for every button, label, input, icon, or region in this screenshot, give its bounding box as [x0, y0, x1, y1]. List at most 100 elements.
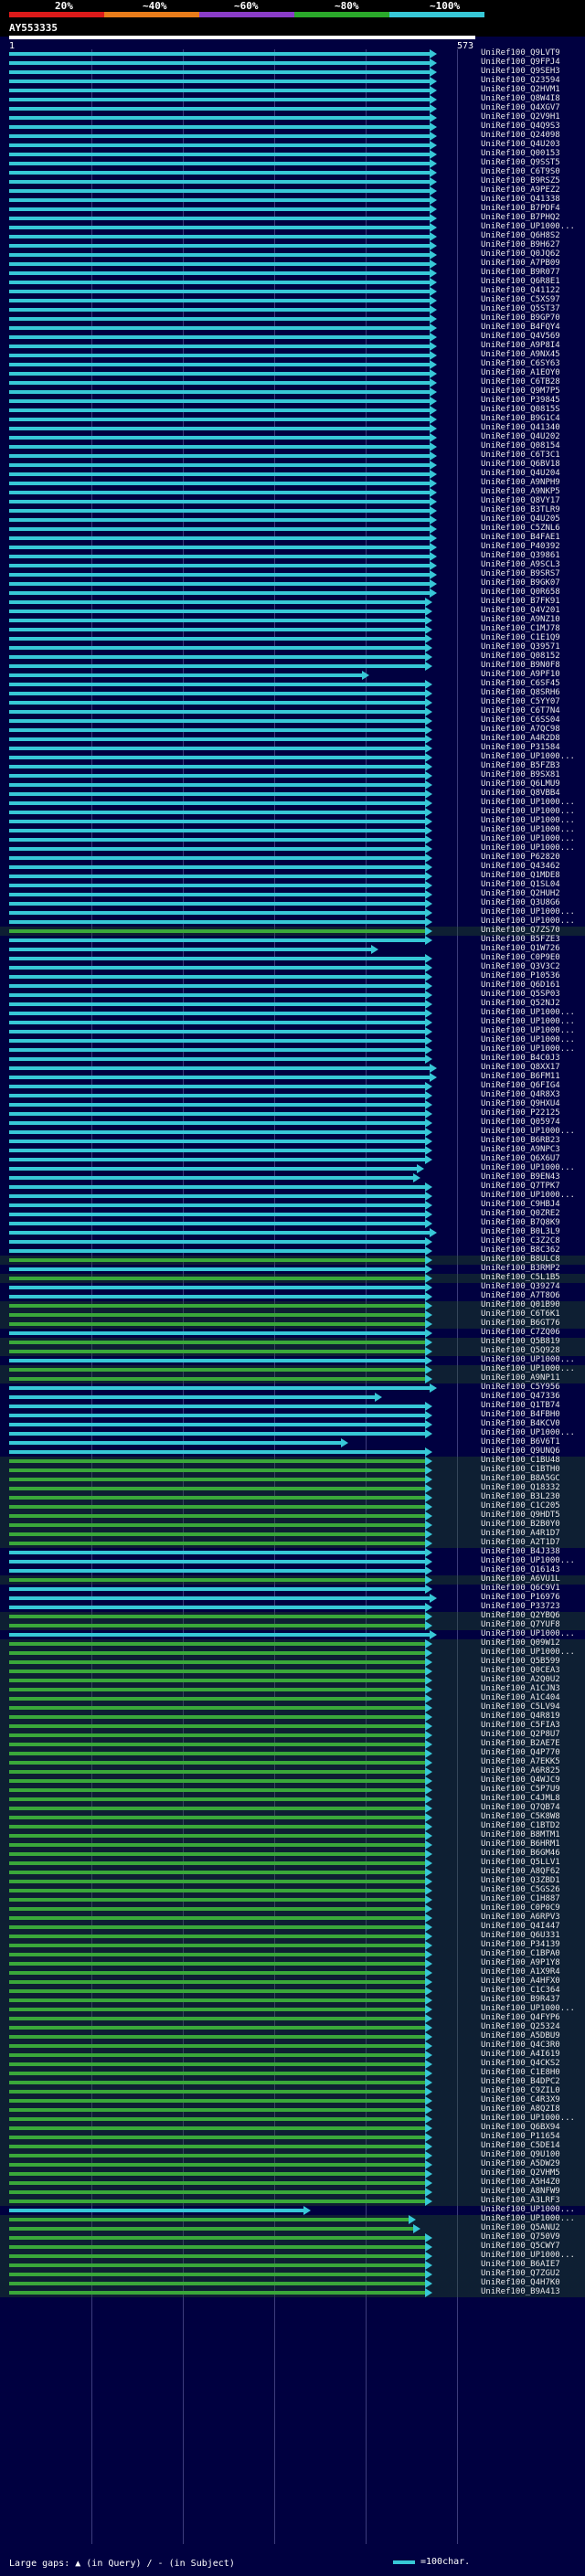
hit-bar[interactable]: [9, 920, 426, 924]
hit-bar[interactable]: [9, 573, 430, 577]
hit-label[interactable]: UniRef100_Q8VBB4: [481, 789, 560, 798]
hit-bar[interactable]: [9, 2200, 426, 2203]
hit-bar[interactable]: [9, 299, 430, 302]
hit-label[interactable]: UniRef100_C1BTD2: [481, 1821, 560, 1830]
hit-label[interactable]: UniRef100_C5P7U9: [481, 1785, 560, 1794]
hit-label[interactable]: UniRef100_A9PF10: [481, 670, 560, 679]
hit-label[interactable]: UniRef100_B8MTM1: [481, 1830, 560, 1839]
hit-label[interactable]: UniRef100_B2B0Y0: [481, 1520, 560, 1529]
hit-bar[interactable]: [9, 1542, 426, 1545]
hit-label[interactable]: UniRef100_P34139: [481, 1940, 560, 1949]
hit-label[interactable]: UniRef100_B7PHQ2: [481, 213, 560, 222]
hit-label[interactable]: UniRef100_Q6C9V1: [481, 1584, 560, 1593]
hit-bar[interactable]: [9, 1651, 426, 1655]
hit-label[interactable]: UniRef100_B0L3L9: [481, 1227, 560, 1236]
hit-label[interactable]: UniRef100_Q0815S: [481, 405, 560, 414]
hit-bar[interactable]: [9, 2108, 426, 2112]
hit-label[interactable]: UniRef100_B7PDF4: [481, 204, 560, 213]
hit-label[interactable]: UniRef100_UP1000...: [481, 1556, 575, 1565]
hit-label[interactable]: UniRef100_Q1W726: [481, 944, 560, 953]
hit-bar[interactable]: [9, 1203, 426, 1207]
hit-label[interactable]: UniRef100_Q5CWY7: [481, 2242, 560, 2251]
hit-label[interactable]: UniRef100_A4R2D8: [481, 734, 560, 743]
hit-label[interactable]: UniRef100_UP1000...: [481, 2205, 575, 2214]
hit-bar[interactable]: [9, 253, 430, 257]
hit-label[interactable]: UniRef100_P10536: [481, 971, 560, 981]
hit-label[interactable]: UniRef100_Q6BX94: [481, 2123, 560, 2132]
hit-bar[interactable]: [9, 774, 426, 778]
hit-bar[interactable]: [9, 993, 426, 997]
hit-bar[interactable]: [9, 1496, 426, 1500]
hit-label[interactable]: UniRef100_Q41338: [481, 195, 560, 204]
hit-bar[interactable]: [9, 820, 426, 823]
hit-bar[interactable]: [9, 765, 426, 769]
hit-label[interactable]: UniRef100_C6T7N4: [481, 706, 560, 716]
hit-bar[interactable]: [9, 189, 430, 193]
hit-bar[interactable]: [9, 70, 430, 74]
hit-label[interactable]: UniRef100_B9RSZ5: [481, 176, 560, 186]
hit-label[interactable]: UniRef100_B9A413: [481, 2287, 560, 2296]
hit-label[interactable]: UniRef100_Q0JQ62: [481, 249, 560, 259]
hit-label[interactable]: UniRef100_A1CJN3: [481, 1684, 560, 1693]
hit-bar[interactable]: [9, 1002, 426, 1006]
hit-bar[interactable]: [9, 1935, 426, 1938]
hit-bar[interactable]: [9, 1852, 426, 1856]
hit-bar[interactable]: [9, 427, 430, 430]
hit-label[interactable]: UniRef100_B4FQY4: [481, 323, 560, 332]
hit-label[interactable]: UniRef100_UP1000...: [481, 1127, 575, 1136]
hit-label[interactable]: UniRef100_A9NPH9: [481, 478, 560, 487]
hit-bar[interactable]: [9, 1670, 426, 1673]
hit-bar[interactable]: [9, 2172, 426, 2176]
hit-bar[interactable]: [9, 162, 430, 165]
hit-label[interactable]: UniRef100_Q6R8E1: [481, 277, 560, 286]
hit-label[interactable]: UniRef100_C4R3X9: [481, 2095, 560, 2104]
hit-bar[interactable]: [9, 719, 426, 723]
hit-label[interactable]: UniRef100_C1BU48: [481, 1456, 560, 1465]
hit-bar[interactable]: [9, 1386, 430, 1390]
hit-bar[interactable]: [9, 399, 430, 403]
hit-label[interactable]: UniRef100_C6T6K1: [481, 1309, 560, 1319]
hit-bar[interactable]: [9, 509, 430, 513]
hit-label[interactable]: UniRef100_Q41122: [481, 286, 560, 295]
hit-label[interactable]: UniRef100_UP1000...: [481, 2214, 575, 2223]
hit-label[interactable]: UniRef100_B3RMP2: [481, 1264, 560, 1273]
hit-bar[interactable]: [9, 2227, 413, 2231]
hit-bar[interactable]: [9, 1167, 418, 1171]
hit-label[interactable]: UniRef100_UP1000...: [481, 1355, 575, 1364]
hit-bar[interactable]: [9, 500, 430, 504]
hit-bar[interactable]: [9, 518, 430, 522]
hit-bar[interactable]: [9, 445, 430, 449]
hit-label[interactable]: UniRef100_UP1000...: [481, 1026, 575, 1035]
hit-label[interactable]: UniRef100_Q08154: [481, 441, 560, 451]
hit-bar[interactable]: [9, 1551, 426, 1554]
hit-label[interactable]: UniRef100_Q2P8U7: [481, 1730, 560, 1739]
hit-bar[interactable]: [9, 2117, 426, 2121]
hit-bar[interactable]: [9, 1267, 426, 1271]
hit-bar[interactable]: [9, 1989, 426, 1993]
hit-bar[interactable]: [9, 454, 430, 458]
hit-bar[interactable]: [9, 1980, 426, 1984]
hit-label[interactable]: UniRef100_B6AIE7: [481, 2260, 560, 2269]
hit-label[interactable]: UniRef100_A6RPV3: [481, 1913, 560, 1922]
hit-label[interactable]: UniRef100_UP1000...: [481, 2114, 575, 2123]
hit-bar[interactable]: [9, 116, 430, 120]
hit-label[interactable]: UniRef100_UP1000...: [481, 807, 575, 816]
hit-label[interactable]: UniRef100_Q5SP03: [481, 990, 560, 999]
hit-label[interactable]: UniRef100_Q41340: [481, 423, 560, 432]
hit-bar[interactable]: [9, 1478, 426, 1481]
hit-label[interactable]: UniRef100_Q8W4I8: [481, 94, 560, 103]
hit-bar[interactable]: [9, 1158, 426, 1161]
hit-bar[interactable]: [9, 198, 430, 202]
hit-label[interactable]: UniRef100_UP1000...: [481, 1629, 575, 1638]
hit-bar[interactable]: [9, 1112, 426, 1116]
hit-bar[interactable]: [9, 683, 426, 686]
hit-label[interactable]: UniRef100_C6SY63: [481, 359, 560, 368]
hit-bar[interactable]: [9, 1240, 426, 1244]
hit-bar[interactable]: [9, 875, 426, 878]
hit-label[interactable]: UniRef100_B6V6T1: [481, 1437, 560, 1447]
hit-bar[interactable]: [9, 1450, 426, 1454]
hit-bar[interactable]: [9, 1523, 426, 1527]
hit-label[interactable]: UniRef100_Q16143: [481, 1565, 560, 1574]
hit-bar[interactable]: [9, 482, 430, 485]
hit-bar[interactable]: [9, 418, 430, 421]
